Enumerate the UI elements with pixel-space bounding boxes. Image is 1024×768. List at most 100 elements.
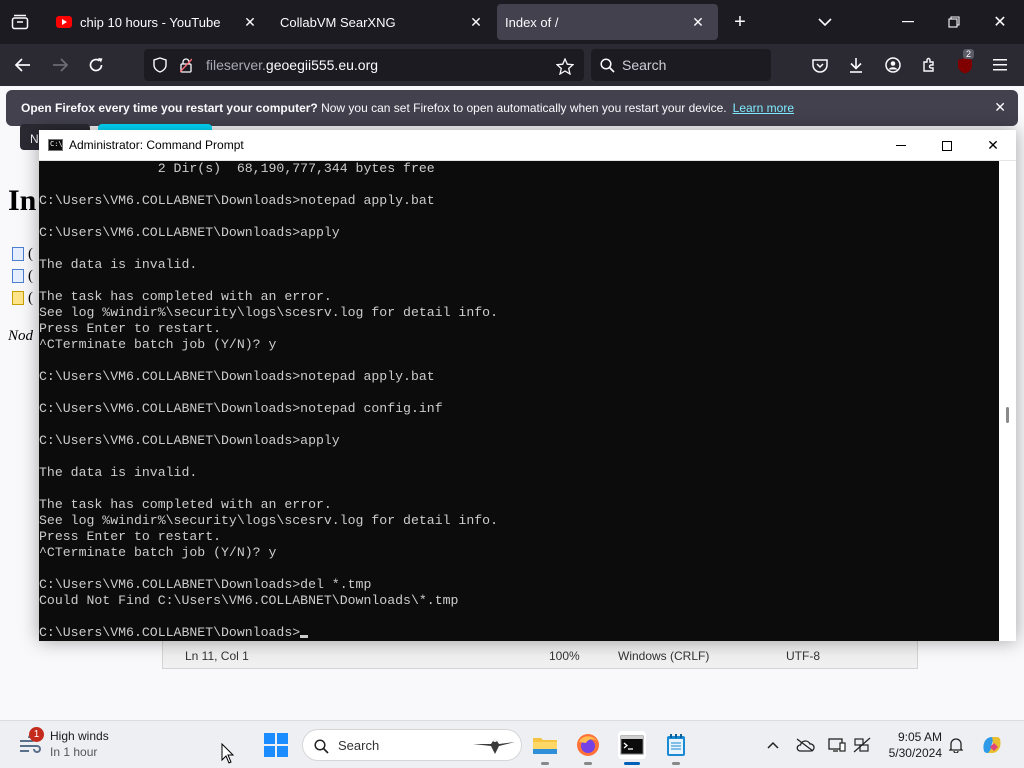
back-icon[interactable] [13,55,33,75]
notification-button-label: N [30,132,39,146]
network-disconnected-icon[interactable] [852,735,872,755]
console-line: C:\Users\VM6.COLLABNET\Downloads>apply [39,433,340,448]
learn-more-link[interactable]: Learn more [733,101,794,115]
browser-nav-bar: fileserver.geoegii555.eu.org Search 2 [0,44,1024,86]
new-tab-icon[interactable]: + [730,11,750,33]
url-domain: geoegii555.eu.org [265,57,379,73]
weather-subtitle[interactable]: In 1 hour [50,745,97,759]
console-output[interactable]: 2 Dir(s) 68,190,777,344 bytes free C:\Use… [39,161,999,641]
file-list-item[interactable]: ( [12,246,36,262]
tab-searxng[interactable]: CollabVM SearXNG ✕ [270,4,496,40]
tracking-protection-shield-icon[interactable] [152,57,168,73]
console-line: C:\Users\VM6.COLLABNET\Downloads>del *.t… [39,577,372,592]
taskbar-date[interactable]: 5/30/2024 [886,746,942,760]
browser-tab-bar: chip 10 hours - YouTube ✕ CollabVM SearX… [0,0,1024,44]
copilot-icon[interactable] [980,733,1004,757]
extension-badge: 2 [963,49,975,59]
downloads-icon[interactable] [846,55,866,75]
file-explorer-icon[interactable] [531,731,559,765]
firefox-view-icon[interactable] [10,12,30,32]
notification-message: Open Firefox every time you restart your… [21,101,794,115]
cmd-window-title: Administrator: Command Prompt [69,138,244,152]
taskbar-time[interactable]: 9:05 AM [886,730,942,744]
console-line: ^CTerminate batch job (Y/N)? y [39,337,277,352]
start-button-windows-icon[interactable] [264,733,288,757]
account-icon[interactable] [883,55,903,75]
cmd-maximize-icon[interactable] [924,130,970,161]
weather-alert-badge: 1 [29,727,44,742]
extensions-icon[interactable] [919,55,939,75]
cmd-scrollbar[interactable] [999,161,1016,641]
console-line: The task has completed with an error. [39,289,332,304]
ublock-origin-icon[interactable]: 2 [955,49,975,75]
taskbar-search-box[interactable]: Search [302,729,522,761]
file-icon [12,269,24,283]
url-subdomain: fileserver. [206,57,266,73]
file-name-partial: ( [28,267,33,284]
zip-file-icon [12,291,24,305]
tab-index[interactable]: Index of / ✕ [497,4,718,40]
minimize-icon[interactable] [898,12,918,32]
taskbar: 1 High winds In 1 hour Search 9:05 AM 5/… [0,720,1024,768]
running-indicator [541,762,549,765]
insecure-lock-icon[interactable] [178,57,194,73]
console-line: The data is invalid. [39,465,198,480]
running-indicator [584,762,592,765]
cmd-title-bar[interactable]: C:\ Administrator: Command Prompt ✕ [39,130,1016,161]
close-notification-icon[interactable]: ✕ [994,99,1006,116]
url-text: fileserver.geoegii555.eu.org [206,57,378,73]
close-tab-icon[interactable]: ✕ [468,14,484,31]
console-line: The task has completed with an error. [39,497,332,512]
text-cursor [300,635,309,638]
notification-bell-icon[interactable] [946,735,966,755]
forward-icon[interactable] [50,55,70,75]
pocket-icon[interactable] [810,55,830,75]
cursor-position: Ln 11, Col 1 [185,649,249,663]
active-indicator [624,762,640,765]
close-tab-icon[interactable]: ✕ [690,14,706,31]
bookmark-star-icon[interactable] [556,57,574,75]
close-tab-icon[interactable]: ✕ [242,14,258,31]
firefox-icon[interactable] [574,731,602,765]
console-line: Press Enter to restart. [39,321,222,336]
onedrive-offline-icon[interactable] [795,735,815,755]
console-line: C:\Users\VM6.COLLABNET\Downloads>notepad… [39,369,435,384]
notepad-icon[interactable] [662,731,690,765]
url-bar[interactable]: fileserver.geoegii555.eu.org [144,49,584,81]
display-mirror-icon[interactable] [827,735,847,755]
tab-title: Index of / [505,14,559,30]
search-icon [599,57,615,73]
scrollbar-thumb[interactable] [1006,407,1009,423]
hamburger-menu-icon[interactable] [990,55,1010,75]
close-window-icon[interactable]: ✕ [990,12,1010,32]
search-bar[interactable]: Search [591,49,771,81]
notification-text: Now you can set Firefox to open automati… [321,101,727,115]
file-list-item[interactable]: ( [12,290,36,306]
show-hidden-icons-chevron-up-icon[interactable] [763,735,783,755]
file-name-partial: ( [28,245,33,262]
command-prompt-icon: C:\ [48,139,63,151]
restore-icon[interactable] [944,12,964,32]
console-prompt-line[interactable]: C:\Users\VM6.COLLABNET\Downloads> [39,625,999,641]
list-all-tabs-icon[interactable] [815,12,835,32]
file-name-partial: ( [28,289,33,306]
weather-title[interactable]: High winds [50,729,109,743]
command-prompt-icon[interactable] [618,731,646,765]
youtube-icon [56,14,72,30]
reload-icon[interactable] [86,55,106,75]
cmd-minimize-icon[interactable] [878,130,924,161]
notification-title: Open Firefox every time you restart your… [21,101,318,115]
tab-youtube[interactable]: chip 10 hours - YouTube ✕ [44,4,270,40]
cmd-close-icon[interactable]: ✕ [970,130,1016,161]
command-prompt-window[interactable]: C:\ Administrator: Command Prompt ✕ 2 Di… [39,130,1016,641]
console-line: 2 Dir(s) 68,190,777,344 bytes free [39,161,435,176]
console-line: See log %windir%\security\logs\scesrv.lo… [39,305,498,320]
console-line: C:\Users\VM6.COLLABNET\Downloads>notepad… [39,193,435,208]
file-list-item[interactable]: ( [12,268,36,284]
